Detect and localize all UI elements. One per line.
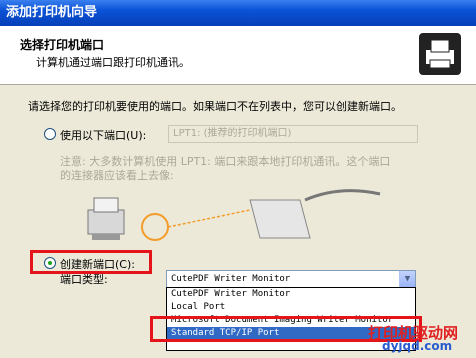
add-printer-wizard-window: 添加打印机向导 选择打印机端口 计算机通过端口跟打印机通讯。 请选择您的打印机要…: [0, 0, 476, 358]
header-subtitle: 计算机通过端口跟打印机通讯。: [36, 56, 190, 69]
highlight-create-port: [30, 250, 152, 274]
port-type-select[interactable]: CutePDF Writer Monitor ▼: [166, 270, 416, 288]
header-title: 选择打印机端口: [20, 38, 105, 52]
use-port-select[interactable]: LPT1: (推荐的打印机端口): [168, 125, 418, 143]
watermark-domain: dyjqd.com: [382, 339, 453, 353]
wizard-header: 选择打印机端口 计算机通过端口跟打印机通讯。: [0, 26, 476, 85]
port-option[interactable]: CutePDF Writer Monitor: [167, 288, 415, 301]
port-connector-illustration: [87, 189, 381, 241]
use-port-label: 使用以下端口(U):: [60, 129, 147, 142]
port-type-value: CutePDF Writer Monitor: [171, 274, 291, 284]
port-option[interactable]: Local Port: [167, 301, 415, 314]
chevron-down-icon[interactable]: ▼: [399, 271, 415, 287]
window-title: 添加打印机向导: [0, 0, 476, 26]
instruction-text: 请选择您的打印机要使用的端口。如果端口不在列表中，您可以创建新端口。: [28, 100, 402, 113]
use-port-radio[interactable]: [44, 128, 56, 140]
printer-icon: [418, 32, 462, 76]
use-port-value: LPT1: (推荐的打印机端口): [173, 128, 292, 139]
